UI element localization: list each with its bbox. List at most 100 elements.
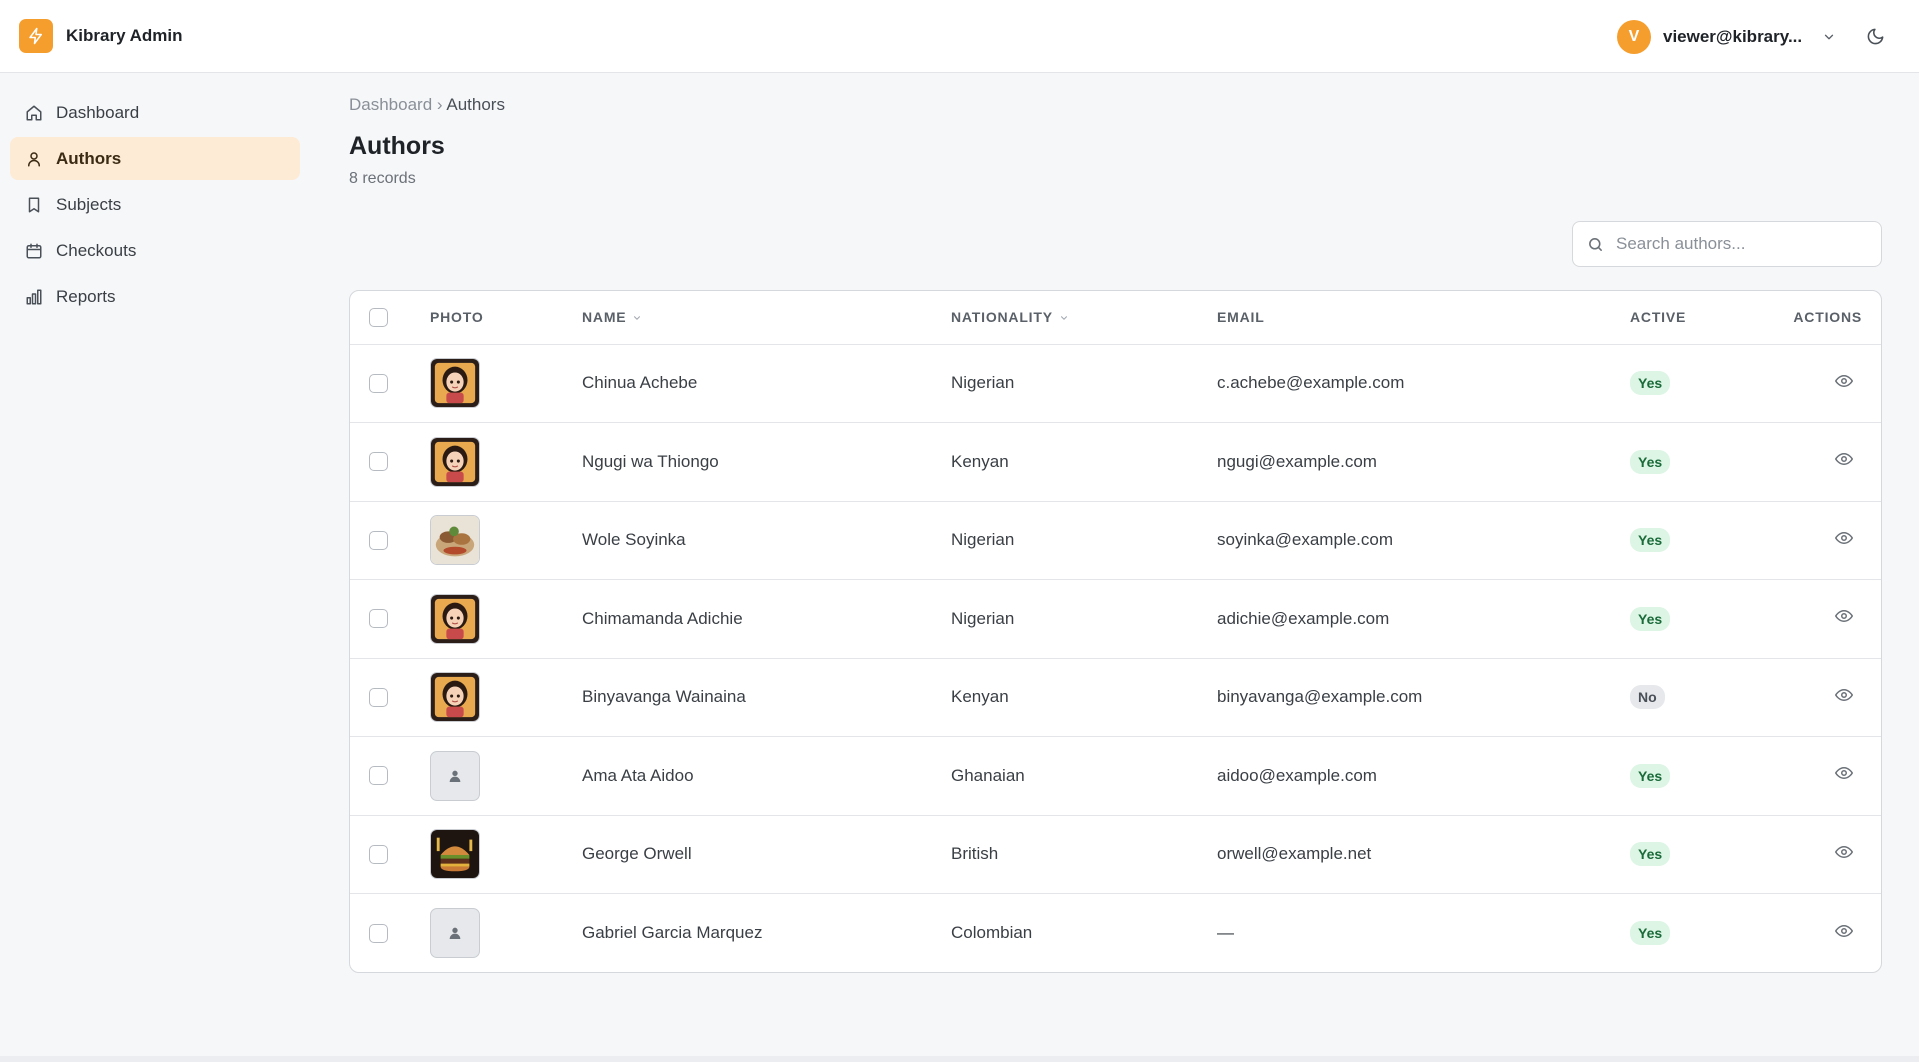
author-name: Wole Soyinka: [582, 530, 686, 550]
row-checkbox[interactable]: [369, 923, 388, 943]
breadcrumb-current: Authors: [446, 95, 505, 114]
row-checkbox[interactable]: [369, 766, 388, 786]
app-title: Kibrary Admin: [66, 26, 183, 45]
brand[interactable]: Kibrary Admin: [19, 19, 183, 53]
view-eye-icon[interactable]: [1835, 922, 1853, 940]
author-nationality: Kenyan: [951, 451, 1009, 471]
calendar-icon: [24, 241, 44, 261]
home-icon: [24, 103, 44, 123]
author-email: soyinka@example.com: [1217, 530, 1393, 550]
column-header-photo: PHOTO: [430, 291, 582, 345]
status-badge: Yes: [1630, 371, 1671, 396]
breadcrumb-parent[interactable]: Dashboard: [349, 95, 432, 114]
sidebar-item-reports[interactable]: Reports: [10, 275, 300, 318]
author-name: Ngugi wa Thiongo: [582, 451, 719, 471]
table-row[interactable]: Ngugi wa Thiongo Kenyan ngugi@example.com Y…: [350, 423, 1881, 501]
author-nationality: British: [951, 844, 999, 864]
author-nationality: Nigerian: [951, 530, 1015, 550]
row-checkbox[interactable]: [369, 373, 388, 393]
author-nationality: Colombian: [951, 923, 1033, 942]
sidebar-item-checkouts[interactable]: Checkouts: [10, 229, 300, 272]
column-header-label: NATIONALITY: [951, 308, 1053, 325]
view-eye-icon[interactable]: [1835, 764, 1853, 782]
select-all-checkbox[interactable]: [369, 307, 388, 327]
view-eye-icon[interactable]: [1835, 529, 1853, 547]
row-checkbox[interactable]: [369, 687, 388, 707]
view-eye-icon[interactable]: [1835, 843, 1853, 861]
table-row[interactable]: Ama Ata Aidoo Ghanaian aidoo@example.com Ye…: [350, 737, 1881, 815]
author-name: Chinua Achebe: [582, 373, 698, 393]
lightning-icon: [19, 19, 53, 53]
page-title: Authors: [349, 132, 445, 160]
row-checkbox[interactable]: [369, 452, 388, 472]
sidebar-item-label: Checkouts: [56, 240, 137, 260]
author-name: Gabriel Garcia Marquez: [582, 923, 763, 942]
view-eye-icon[interactable]: [1835, 607, 1853, 625]
status-badge: Yes: [1630, 449, 1671, 474]
breadcrumb: Dashboard › Authors: [349, 95, 1882, 115]
column-header-active: ACTIVE: [1630, 291, 1770, 345]
author-email: adichie@example.com: [1217, 608, 1390, 628]
table-row[interactable]: Chinua Achebe Nigerian c.achebe@example.co…: [350, 344, 1881, 423]
bookmark-icon: [24, 195, 44, 215]
sidebar-item-authors[interactable]: Authors: [10, 137, 300, 180]
author-email: —: [1217, 923, 1234, 942]
column-header-name[interactable]: NAME: [582, 291, 951, 345]
avatar[interactable]: V: [1617, 19, 1651, 54]
cartoon-portrait-icon: [430, 436, 480, 487]
cartoon-portrait-icon: [430, 593, 480, 644]
author-email: ngugi@example.com: [1217, 451, 1377, 471]
table-row[interactable]: Wole Soyinka Nigerian soyinka@example.com Y…: [350, 501, 1881, 580]
author-email: c.achebe@example.com: [1217, 373, 1405, 393]
sidebar: Dashboard Authors Subjects Checkouts Rep…: [0, 73, 309, 321]
person-placeholder-icon: [430, 908, 480, 958]
sidebar-item-dashboard[interactable]: Dashboard: [10, 91, 300, 134]
cartoon-portrait-icon: [430, 672, 480, 723]
author-email: aidoo@example.com: [1217, 765, 1377, 785]
sidebar-item-label: Subjects: [56, 194, 122, 214]
breadcrumb-separator: ›: [436, 95, 443, 114]
author-nationality: Nigerian: [951, 373, 1015, 393]
view-eye-icon[interactable]: [1835, 450, 1853, 468]
search-input[interactable]: [1616, 234, 1866, 254]
table-row[interactable]: Gabriel Garcia Marquez Colombian — Yes: [350, 894, 1881, 973]
column-header-email: EMAIL: [1217, 291, 1630, 345]
author-name: Chimamanda Adichie: [582, 608, 743, 628]
search-box[interactable]: [1572, 221, 1882, 267]
status-badge: Yes: [1630, 606, 1671, 631]
table-row[interactable]: Chimamanda Adichie Nigerian adichie@exampl…: [350, 580, 1881, 658]
column-header-nationality[interactable]: NATIONALITY: [951, 291, 1217, 345]
main-content: Dashboard › Authors Authors 8 records PH…: [349, 73, 1882, 973]
user-icon: [24, 149, 44, 169]
view-eye-icon[interactable]: [1835, 686, 1853, 704]
page-footer-strip: [0, 1056, 1919, 1062]
sort-chevron-icon[interactable]: [632, 310, 642, 326]
table-row[interactable]: Binyavanga Wainaina Kenyan binyavanga@exam…: [350, 658, 1881, 737]
status-badge: Yes: [1630, 763, 1671, 788]
column-header-label: NAME: [582, 308, 627, 325]
author-email: binyavanga@example.com: [1217, 687, 1423, 707]
row-checkbox[interactable]: [369, 609, 388, 629]
author-name: Ama Ata Aidoo: [582, 765, 694, 785]
status-badge: Yes: [1630, 528, 1671, 553]
sort-chevron-icon[interactable]: [1059, 310, 1069, 326]
sidebar-item-subjects[interactable]: Subjects: [10, 183, 300, 226]
row-checkbox[interactable]: [369, 530, 388, 550]
author-nationality: Kenyan: [951, 687, 1009, 707]
column-header-actions: ACTIONS: [1770, 291, 1881, 345]
table-row[interactable]: George Orwell British orwell@example.net Ye…: [350, 815, 1881, 894]
bar-chart-icon: [24, 287, 44, 307]
row-checkbox[interactable]: [369, 844, 388, 864]
table-header-row: PHOTO NAME NATIONALITY EMAIL ACTIVE ACTI…: [350, 291, 1881, 345]
person-placeholder-icon: [430, 750, 480, 801]
author-name: Binyavanga Wainaina: [582, 687, 746, 707]
author-email: orwell@example.net: [1217, 844, 1372, 864]
view-eye-icon[interactable]: [1835, 372, 1853, 390]
status-badge: Yes: [1630, 842, 1671, 867]
moon-icon[interactable]: [1866, 27, 1885, 46]
chevron-down-icon[interactable]: [1822, 30, 1836, 44]
authors-table: PHOTO NAME NATIONALITY EMAIL ACTIVE ACTI…: [349, 290, 1882, 973]
user-email[interactable]: viewer@kibrary...: [1663, 27, 1806, 47]
status-badge: Yes: [1630, 921, 1671, 945]
status-badge: No: [1630, 685, 1665, 710]
